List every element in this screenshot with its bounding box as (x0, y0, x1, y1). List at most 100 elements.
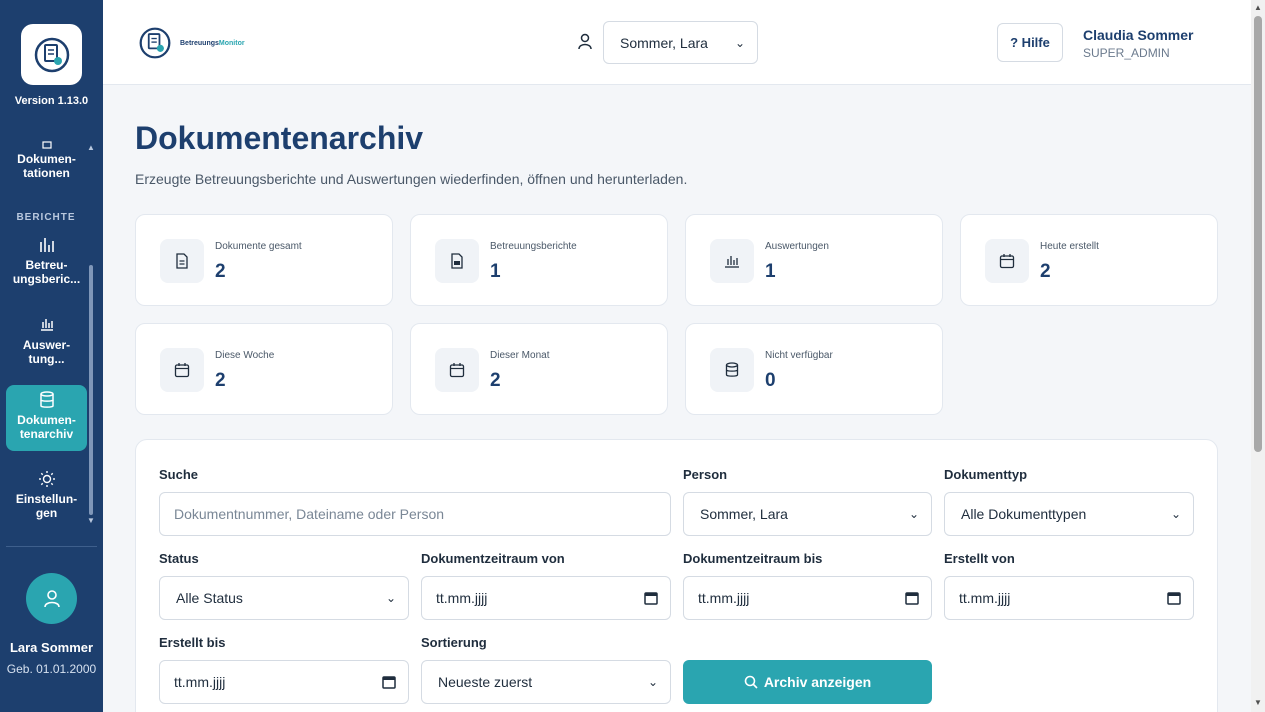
sidebar-user-name: Lara Sommer (9, 640, 94, 655)
stat-card-nicht-verfuegbar: Nicht verfügbar 0 (685, 323, 943, 415)
person-label: Person (683, 467, 728, 482)
search-placeholder: Dokumentnummer, Dateiname oder Person (174, 506, 445, 522)
sidebar-item-label: Einstellun-gen (15, 492, 78, 520)
search-label: Suche (159, 467, 199, 482)
status-select[interactable]: Alle Status ⌄ (159, 576, 409, 620)
chevron-down-icon: ⌄ (908, 507, 919, 521)
doctype-select-value: Alle Dokumenttypen (961, 506, 1087, 522)
pdf-file-icon (451, 253, 463, 269)
stat-label: Nicht verfügbar (765, 350, 833, 361)
sort-select[interactable]: Neueste zuerst ⌄ (421, 660, 671, 704)
chevron-down-icon: ⌄ (647, 675, 658, 689)
stat-value: 2 (215, 370, 226, 391)
user-icon (43, 589, 60, 607)
doctype-select[interactable]: Alle Dokumenttypen ⌄ (944, 492, 1194, 536)
stat-card-diese-woche: Diese Woche 2 (135, 323, 393, 415)
stat-label: Dieser Monat (490, 350, 550, 361)
stat-value: 1 (490, 261, 501, 282)
sidebar-item-dokumentenarchiv[interactable]: Dokumen-tenarchiv (6, 385, 87, 451)
sidebar-item-label: Dokumen-tenarchiv (17, 413, 76, 441)
app-version: Version 1.13.0 (14, 95, 89, 107)
period-from-label: Dokumentzeitraum von (421, 551, 565, 566)
created-from-date-input[interactable]: tt.mm.jjjj (944, 576, 1194, 620)
database-icon (725, 362, 739, 377)
search-icon (744, 675, 758, 689)
sidebar-nav: Dokumen-tationen BERICHTE Betreu-ungsber… (0, 130, 103, 530)
bar-chart-icon (725, 256, 739, 268)
header-person-select[interactable]: Sommer, Lara ⌄ (603, 21, 758, 64)
person-select-value: Sommer, Lara (700, 506, 788, 522)
scroll-down-icon[interactable]: ▼ (1254, 698, 1262, 707)
calendar-icon (174, 363, 190, 378)
sidebar: Version 1.13.0 Dokumen-tationen BERICHTE… (0, 0, 103, 712)
sidebar-item-betreuungsberichte[interactable]: Betreu-ungsberic... (6, 230, 87, 286)
scroll-thumb[interactable] (1254, 16, 1262, 452)
date-placeholder: tt.mm.jjjj (436, 590, 488, 606)
bar-chart-icon (6, 236, 87, 254)
sidebar-scroll-up-icon[interactable]: ▲ (87, 143, 95, 152)
database-icon (6, 391, 87, 409)
brand-name: BetreuungsMonitor (180, 39, 245, 47)
document-icon (6, 138, 87, 149)
sidebar-item-label: Betreu-ungsberic... (12, 258, 81, 286)
chevron-down-icon: ⌄ (1170, 507, 1181, 521)
stat-card-dokumente-gesamt: Dokumente gesamt 2 (135, 214, 393, 306)
sidebar-section-berichte: BERICHTE (16, 212, 76, 223)
stat-card-betreuungsberichte: Betreuungsberichte 1 (410, 214, 668, 306)
calendar-icon[interactable] (644, 591, 658, 605)
header-user-name: Claudia Sommer (1083, 27, 1194, 43)
status-label: Status (159, 551, 199, 566)
period-from-date-input[interactable]: tt.mm.jjjj (421, 576, 671, 620)
calendar-icon[interactable] (905, 591, 919, 605)
sort-label: Sortierung (421, 635, 487, 650)
stat-card-dieser-monat: Dieser Monat 2 (410, 323, 668, 415)
sidebar-item-dokumentationen[interactable]: Dokumen-tationen (6, 132, 87, 180)
period-to-label: Dokumentzeitraum bis (683, 551, 823, 566)
sidebar-item-auswertungen[interactable]: Auswer-tung... (6, 310, 87, 366)
stat-value: 0 (765, 370, 776, 391)
stat-label: Auswertungen (765, 241, 829, 252)
calendar-icon (449, 363, 465, 378)
help-button[interactable]: ? Hilfe (997, 23, 1063, 62)
show-archive-button[interactable]: Archiv anzeigen (683, 660, 932, 704)
doctype-label: Dokumenttyp (944, 467, 1028, 482)
avatar[interactable] (26, 573, 77, 624)
sidebar-scrollbar[interactable] (89, 265, 93, 515)
created-to-label: Erstellt bis (159, 635, 226, 650)
stat-value: 2 (490, 370, 501, 391)
header-user-role: SUPER_ADMIN (1083, 46, 1170, 60)
calendar-icon (999, 254, 1015, 269)
chart-icon (6, 316, 87, 334)
created-to-date-input[interactable]: tt.mm.jjjj (159, 660, 409, 704)
search-input[interactable]: Dokumentnummer, Dateiname oder Person (159, 492, 671, 536)
stat-value: 2 (215, 261, 226, 282)
sort-select-value: Neueste zuerst (438, 674, 533, 690)
created-from-label: Erstellt von (944, 551, 1015, 566)
top-header: BetreuungsMonitor Sommer, Lara ⌄ ? Hilfe… (103, 0, 1251, 85)
chevron-down-icon: ⌄ (385, 591, 396, 605)
status-select-value: Alle Status (176, 590, 243, 606)
logo-icon (34, 37, 69, 72)
settings-sun-icon (6, 470, 87, 488)
app-logo[interactable] (21, 24, 82, 85)
person-select[interactable]: Sommer, Lara ⌄ (683, 492, 932, 536)
stat-value: 2 (1040, 261, 1051, 282)
brand-logo-icon (139, 27, 171, 59)
sidebar-user-dob: Geb. 01.01.2000 (6, 662, 97, 676)
period-to-date-input[interactable]: tt.mm.jjjj (683, 576, 932, 620)
sidebar-scroll-down-icon[interactable]: ▼ (87, 516, 95, 525)
date-placeholder: tt.mm.jjjj (959, 590, 1011, 606)
sidebar-item-einstellungen[interactable]: Einstellun-gen (6, 464, 87, 520)
scroll-up-icon[interactable]: ▲ (1254, 3, 1262, 12)
file-icon (176, 253, 188, 269)
stat-card-heute-erstellt: Heute erstellt 2 (960, 214, 1218, 306)
page-title: Dokumentenarchiv (135, 120, 424, 156)
stat-label: Betreuungsberichte (490, 241, 577, 252)
stat-label: Dokumente gesamt (215, 241, 302, 252)
calendar-icon[interactable] (1167, 591, 1181, 605)
calendar-icon[interactable] (382, 675, 396, 689)
brand[interactable]: BetreuungsMonitor (138, 26, 245, 60)
header-person-value: Sommer, Lara (620, 34, 708, 51)
stat-label: Heute erstellt (1040, 241, 1099, 252)
page-scrollbar[interactable]: ▲ ▼ (1251, 0, 1265, 712)
